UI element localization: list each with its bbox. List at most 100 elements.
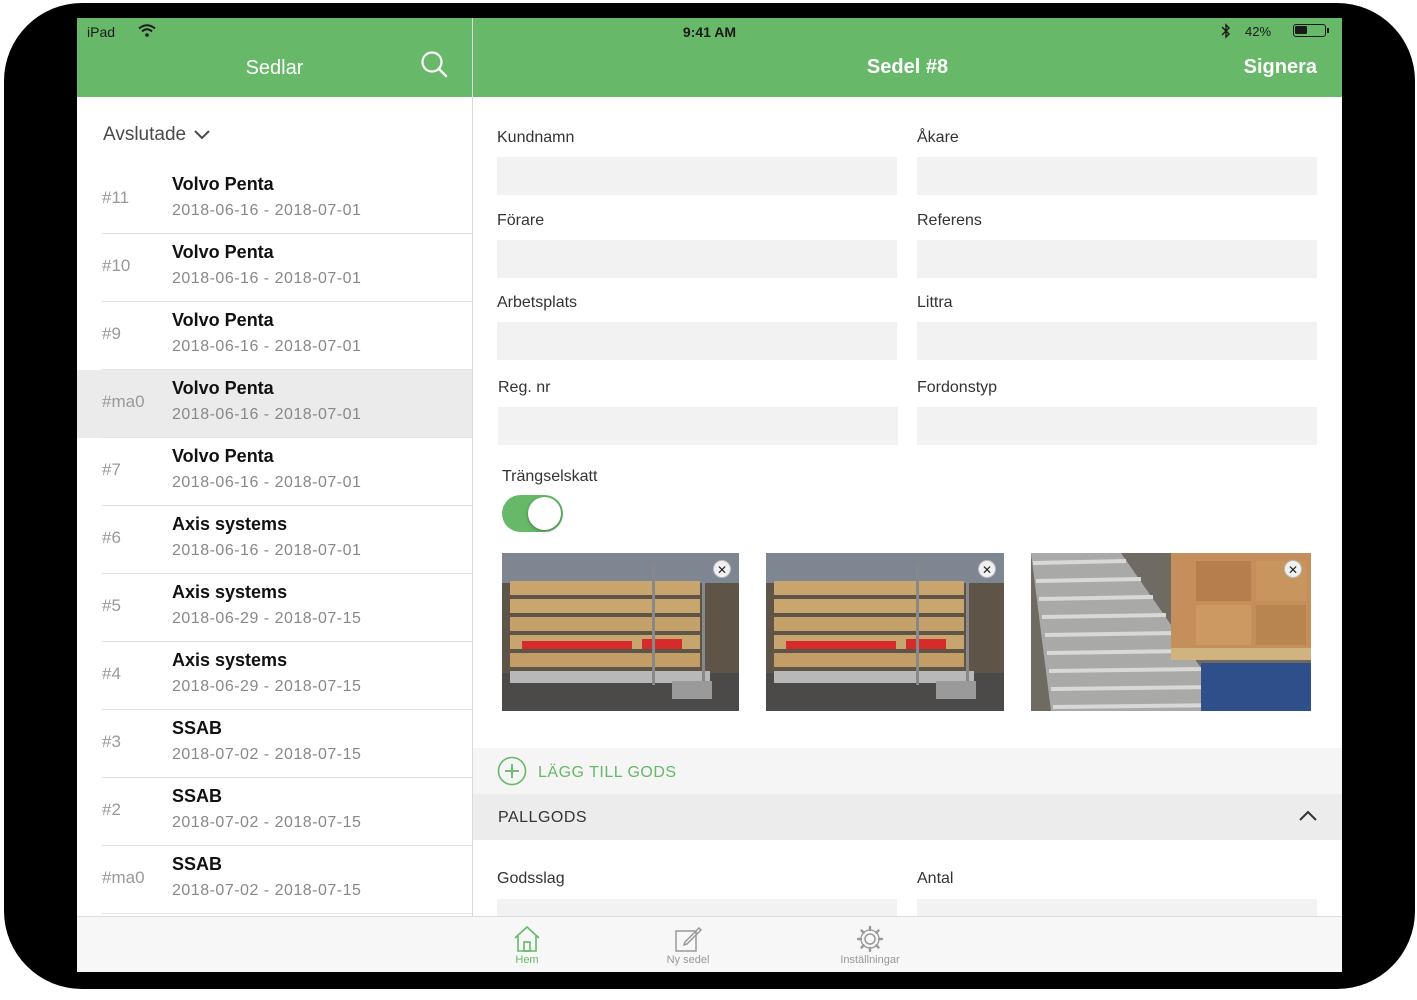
- battery-level: [1295, 26, 1307, 34]
- list-item[interactable]: #11 Volvo Penta 2018-06-16 - 2018-07-01: [77, 166, 472, 234]
- customer-name: Volvo Penta: [172, 378, 274, 398]
- remove-photo-1-button[interactable]: ✕: [713, 560, 731, 578]
- clock: 9:41 AM: [682, 24, 737, 40]
- trangselskatt-label: Trängselskatt: [502, 468, 598, 485]
- photo-thumbnail-1[interactable]: ✕: [502, 553, 739, 711]
- customer-name: Axis systems: [172, 582, 288, 602]
- chevron-up-icon: [1299, 810, 1317, 821]
- tab-bar: Hem Ny sedel Inställningar: [77, 916, 1342, 972]
- home-icon: [514, 925, 540, 952]
- list-item[interactable]: #ma0 SSAB 2018-07-02 - 2018-07-15: [77, 846, 472, 914]
- littra-field[interactable]: [917, 322, 1317, 360]
- kundnamn-label: Kundnamn: [497, 129, 575, 146]
- referens-field[interactable]: [917, 240, 1317, 278]
- date-range: 2018-06-29 - 2018-07-15: [172, 678, 362, 695]
- antal-label: Antal: [917, 870, 954, 887]
- akare-field[interactable]: [917, 157, 1317, 195]
- sedel-number: #6: [102, 528, 121, 547]
- gear-icon: [856, 925, 884, 953]
- customer-name: Axis systems: [172, 650, 288, 670]
- status-bar: iPad 9:41 AM 42%: [77, 18, 1342, 44]
- list-item[interactable]: #4 Axis systems 2018-06-29 - 2018-07-15: [77, 642, 472, 710]
- section-filter-label: Avslutade: [103, 124, 187, 145]
- sign-button[interactable]: Signera: [1244, 56, 1317, 79]
- sedel-list: #11 Volvo Penta 2018-06-16 - 2018-07-01 #10…: [77, 166, 472, 914]
- customer-name: Axis systems: [172, 514, 288, 534]
- forare-field[interactable]: [497, 240, 897, 278]
- godsslag-label: Godsslag: [497, 870, 565, 887]
- sedel-number: #5: [102, 596, 121, 615]
- sedel-detail-panel: Kundnamn Åkare Förare Referens Arbetspla…: [473, 97, 1342, 916]
- date-range: 2018-06-16 - 2018-07-01: [172, 406, 362, 423]
- add-circle-icon: [497, 756, 527, 786]
- arbetsplats-label: Arbetsplats: [497, 294, 578, 311]
- sedel-number: #ma0: [102, 392, 145, 411]
- customer-name: SSAB: [172, 786, 223, 806]
- customer-name: Volvo Penta: [172, 446, 274, 466]
- date-range: 2018-06-16 - 2018-07-01: [172, 474, 362, 491]
- photo-thumbnail-3[interactable]: ✕: [1031, 553, 1311, 711]
- detail-title: Sedel #8: [866, 56, 949, 78]
- kundnamn-field[interactable]: [497, 157, 897, 195]
- list-item[interactable]: #3 SSAB 2018-07-02 - 2018-07-15: [77, 710, 472, 778]
- list-item[interactable]: #5 Axis systems 2018-06-29 - 2018-07-15: [77, 574, 472, 642]
- tab-ny-sedel[interactable]: Ny sedel: [633, 917, 743, 972]
- tab-hem[interactable]: Hem: [472, 917, 582, 972]
- date-range: 2018-06-16 - 2018-07-01: [172, 202, 362, 219]
- akare-label: Åkare: [917, 129, 959, 146]
- date-range: 2018-06-16 - 2018-07-01: [172, 542, 362, 559]
- add-goods-label: LÄGG TILL GODS: [538, 764, 677, 781]
- conveyor-photo-image: [1031, 553, 1311, 711]
- sedel-list-panel: Avslutade #11 Volvo Penta 2018-06-16 - 201…: [77, 97, 472, 916]
- customer-name: Volvo Penta: [172, 174, 274, 194]
- arbetsplats-field[interactable]: [497, 322, 897, 360]
- referens-label: Referens: [917, 212, 982, 229]
- tab-installningar[interactable]: Inställningar: [815, 917, 925, 972]
- remove-photo-2-button[interactable]: ✕: [978, 560, 996, 578]
- battery-percent: 42%: [1245, 24, 1272, 39]
- sedel-number: #11: [102, 188, 130, 207]
- sedel-number: #10: [102, 256, 131, 275]
- battery-tip: [1327, 28, 1329, 33]
- add-goods-button[interactable]: LÄGG TILL GODS: [473, 748, 1342, 794]
- pallgods-section-header[interactable]: PALLGODS: [473, 794, 1342, 840]
- sedel-number: #4: [102, 664, 121, 683]
- customer-name: SSAB: [172, 854, 223, 874]
- antal-field[interactable]: [917, 899, 1317, 916]
- photo-thumbnail-2[interactable]: ✕: [766, 553, 1004, 711]
- app-screen: iPad 9:41 AM 42% Sedlar Sedel #8 Signera…: [77, 18, 1342, 972]
- sedel-number: #3: [102, 732, 121, 751]
- fordonstyp-field[interactable]: [917, 407, 1317, 445]
- section-filter-dropdown[interactable]: Avslutade: [103, 124, 210, 146]
- search-icon[interactable]: [417, 48, 451, 82]
- regnr-label: Reg. nr: [498, 379, 551, 396]
- tab-hem-label: Hem: [515, 954, 539, 966]
- list-item[interactable]: #2 SSAB 2018-07-02 - 2018-07-15: [77, 778, 472, 846]
- sedel-number: #2: [102, 800, 121, 819]
- remove-photo-3-button[interactable]: ✕: [1284, 560, 1302, 578]
- list-item[interactable]: #9 Volvo Penta 2018-06-16 - 2018-07-01: [77, 302, 472, 370]
- date-range: 2018-06-29 - 2018-07-15: [172, 610, 362, 627]
- godsslag-field[interactable]: [497, 899, 897, 916]
- littra-label: Littra: [917, 294, 953, 311]
- list-item[interactable]: #10 Volvo Penta 2018-06-16 - 2018-07-01: [77, 234, 472, 302]
- chevron-down-icon: [194, 130, 210, 140]
- sedel-number: #9: [102, 324, 121, 343]
- list-title: Sedlar: [245, 57, 304, 79]
- date-range: 2018-07-02 - 2018-07-15: [172, 814, 362, 831]
- pallgods-label: PALLGODS: [498, 809, 588, 826]
- list-item[interactable]: #7 Volvo Penta 2018-06-16 - 2018-07-01: [77, 438, 472, 506]
- edit-icon: [675, 926, 703, 952]
- row-separator: [102, 913, 472, 914]
- bluetooth-icon: [1221, 23, 1231, 42]
- regnr-field[interactable]: [498, 407, 898, 445]
- tab-ny-sedel-label: Ny sedel: [666, 954, 710, 966]
- trangselskatt-toggle[interactable]: [502, 495, 563, 532]
- list-item[interactable]: #6 Axis systems 2018-06-16 - 2018-07-01: [77, 506, 472, 574]
- fordonstyp-label: Fordonstyp: [917, 379, 998, 396]
- pallets-photo-image: [502, 553, 739, 711]
- navigation-bar: Sedlar Sedel #8 Signera: [77, 44, 1342, 97]
- sedel-number: #ma0: [102, 868, 145, 887]
- customer-name: Volvo Penta: [172, 242, 274, 262]
- list-item[interactable]: #ma0 Volvo Penta 2018-06-16 - 2018-07-01: [77, 370, 472, 438]
